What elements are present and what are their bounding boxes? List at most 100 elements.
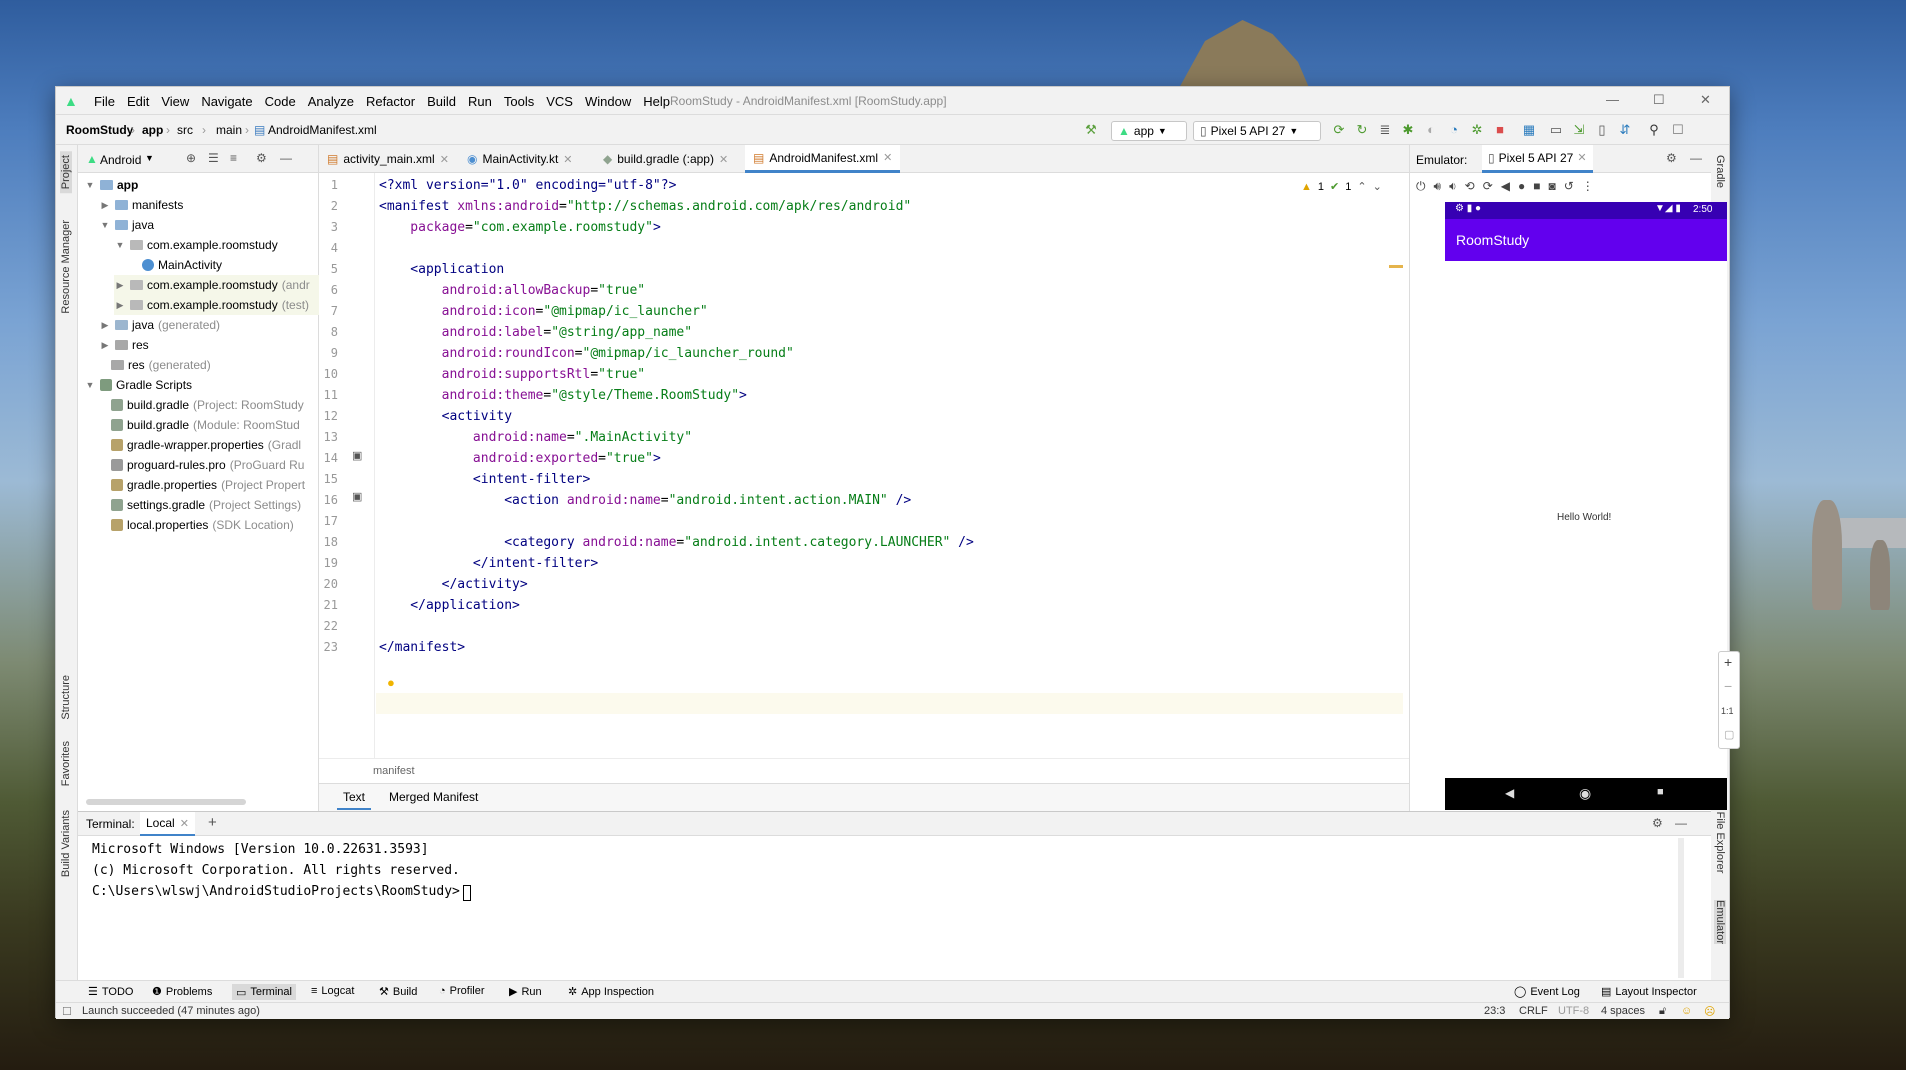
more-icon[interactable]: ⋮ xyxy=(1582,179,1594,194)
resource-manager-tool-button[interactable]: Resource Manager xyxy=(60,220,72,314)
sync-icon[interactable]: ≣ xyxy=(1377,122,1393,138)
breadcrumb-module[interactable]: app xyxy=(142,123,163,137)
editor-breadcrumb-item[interactable]: manifest xyxy=(373,765,415,777)
tree-item[interactable]: ▼ Gradle Scripts xyxy=(84,375,193,395)
breadcrumb-src[interactable]: src xyxy=(177,123,193,137)
menu-tools[interactable]: Tools xyxy=(498,94,540,109)
indent-setting[interactable]: 4 spaces xyxy=(1601,1005,1645,1017)
menu-view[interactable]: View xyxy=(155,94,195,109)
locate-icon[interactable]: ⊕ xyxy=(186,151,196,165)
gear-icon[interactable]: ⚙ xyxy=(1666,151,1677,165)
menu-window[interactable]: Window xyxy=(579,94,637,109)
caret-position[interactable]: 23:3 xyxy=(1484,1005,1505,1017)
file-encoding[interactable]: UTF-8 xyxy=(1558,1005,1589,1017)
project-structure-icon[interactable]: ▦ xyxy=(1521,122,1537,138)
app-inspection-tool-button[interactable]: ✲ App Inspection xyxy=(568,985,654,999)
tree-item[interactable]: build.gradle (Project: RoomStudy xyxy=(111,395,304,415)
power-icon[interactable]: ⏻ xyxy=(1416,179,1426,194)
breadcrumb-main[interactable]: main xyxy=(216,123,242,137)
overview-icon[interactable]: ■ xyxy=(1657,786,1664,798)
terminal-prompt[interactable]: C:\Users\wlswj\AndroidStudioProjects\Roo… xyxy=(92,884,460,899)
close-icon[interactable]: ✕ xyxy=(563,153,572,166)
attach-debugger-icon[interactable]: ✲ xyxy=(1469,122,1485,138)
avd-manager-icon[interactable]: ▭ xyxy=(1548,122,1564,138)
snapshot-icon[interactable]: ↺ xyxy=(1564,179,1574,194)
code-area[interactable]: <?xml version="1.0" encoding="utf-8"?> <m… xyxy=(379,173,1403,758)
horizontal-scrollbar[interactable] xyxy=(86,799,246,805)
rotate-right-icon[interactable]: ⟳ xyxy=(1483,179,1493,194)
close-icon[interactable]: ✕ xyxy=(180,817,189,830)
zoom-out-icon[interactable]: − xyxy=(1724,678,1732,694)
lightbulb-icon[interactable]: ● xyxy=(387,675,395,690)
apply-changes-icon[interactable]: ⟳ xyxy=(1331,122,1347,138)
build-variants-tool-button[interactable]: Build Variants xyxy=(60,810,72,877)
tree-item[interactable]: settings.gradle (Project Settings) xyxy=(111,495,301,515)
hide-panel-icon[interactable]: — xyxy=(280,151,292,165)
profiler-tool-button[interactable]: ◔ Profiler xyxy=(439,985,485,997)
overview-icon[interactable]: ■ xyxy=(1533,179,1540,194)
tab-build-gradle[interactable]: ◆ build.gradle (:app) ✕ xyxy=(595,145,736,173)
vertical-scrollbar[interactable] xyxy=(1678,838,1684,978)
sdk-manager-icon[interactable]: ⇲ xyxy=(1571,122,1587,138)
layout-inspector-tool-button[interactable]: ▤ Layout Inspector xyxy=(1601,985,1697,999)
emulator-tool-button[interactable]: Emulator xyxy=(1714,900,1726,945)
device-dropdown[interactable]: ▯ Pixel 5 API 27 ▼ xyxy=(1193,121,1321,141)
tree-item[interactable]: gradle.properties (Project Propert xyxy=(111,475,305,495)
project-view-dropdown[interactable]: Android xyxy=(100,153,141,167)
zoom-actual-size[interactable]: 1:1 xyxy=(1721,706,1734,716)
breadcrumb-project[interactable]: RoomStudy xyxy=(66,123,133,137)
close-icon[interactable]: ✕ xyxy=(719,153,728,166)
menu-edit[interactable]: Edit xyxy=(121,94,155,109)
terminal-tab-local[interactable]: Local ✕ xyxy=(140,812,195,836)
menu-refactor[interactable]: Refactor xyxy=(360,94,421,109)
favorites-tool-button[interactable]: Favorites xyxy=(60,741,72,786)
hide-panel-icon[interactable]: — xyxy=(1690,151,1702,165)
chevron-down-icon[interactable]: ▼ xyxy=(145,153,154,163)
search-icon[interactable]: ⚲ xyxy=(1646,122,1662,138)
minimize-icon[interactable]: — xyxy=(1606,92,1619,107)
smiley-icon[interactable]: ☺ xyxy=(1681,1005,1692,1017)
tab-text[interactable]: Text xyxy=(337,790,372,810)
hide-panel-icon[interactable]: — xyxy=(1675,816,1687,830)
tree-item[interactable]: ▼ java xyxy=(99,215,154,235)
close-icon[interactable]: ✕ xyxy=(440,153,449,166)
status-toggle-icon[interactable]: ☐ xyxy=(62,1005,72,1018)
zoom-in-icon[interactable]: + xyxy=(1724,654,1732,670)
menu-analyze[interactable]: Analyze xyxy=(302,94,360,109)
gear-icon[interactable]: ⚙ xyxy=(1652,816,1663,830)
menu-code[interactable]: Code xyxy=(259,94,302,109)
back-icon[interactable]: ◀ xyxy=(1501,179,1510,194)
gear-icon[interactable]: ⚙ xyxy=(256,151,267,165)
terminal-tool-button[interactable]: ▭ Terminal xyxy=(232,984,296,1000)
gradle-sync-icon[interactable]: ⇵ xyxy=(1617,122,1633,138)
tree-item[interactable]: build.gradle (Module: RoomStud xyxy=(111,415,300,435)
tree-item[interactable]: proguard-rules.pro (ProGuard Ru xyxy=(111,455,304,475)
hammer-icon[interactable]: ⚒ xyxy=(1083,122,1099,138)
camera-icon[interactable]: ◙ xyxy=(1548,179,1555,194)
account-icon[interactable]: ☐ xyxy=(1670,122,1686,138)
menu-run[interactable]: Run xyxy=(462,94,498,109)
structure-tool-button[interactable]: Structure xyxy=(60,675,72,720)
home-icon[interactable]: ◉ xyxy=(1579,785,1591,802)
tree-item[interactable]: ▶ java (generated) xyxy=(99,315,221,335)
problems-tool-button[interactable]: ❶ Problems xyxy=(152,985,212,999)
inspection-widget[interactable]: ▲ 1 ✔ 1 ⌃ ⌄ xyxy=(1301,180,1382,194)
apply-code-changes-icon[interactable]: ↻ xyxy=(1354,122,1370,138)
tab-merged-manifest[interactable]: Merged Manifest xyxy=(383,790,484,804)
close-icon[interactable]: ✕ xyxy=(883,151,892,164)
scrollbar-warning-marker[interactable] xyxy=(1389,265,1403,268)
maximize-icon[interactable]: ☐ xyxy=(1653,92,1665,108)
back-icon[interactable]: ◀ xyxy=(1505,786,1514,800)
close-icon[interactable]: ✕ xyxy=(1577,151,1586,164)
todo-tool-button[interactable]: ☰ TODO xyxy=(88,985,133,999)
project-tool-button[interactable]: Project xyxy=(60,151,72,194)
tree-item[interactable]: res (generated) xyxy=(111,355,211,375)
home-icon[interactable]: ● xyxy=(1518,179,1525,194)
close-icon[interactable]: ✕ xyxy=(1700,92,1711,108)
tree-item[interactable]: ▶ manifests xyxy=(99,195,184,215)
run-config-dropdown[interactable]: ▲ app ▼ xyxy=(1111,121,1187,141)
gradle-tool-button[interactable]: Gradle xyxy=(1714,155,1726,188)
tree-item[interactable]: ▶ com.example.roomstudy (test) xyxy=(114,295,324,315)
menu-build[interactable]: Build xyxy=(421,94,462,109)
logcat-tool-button[interactable]: ≡ Logcat xyxy=(311,985,354,997)
